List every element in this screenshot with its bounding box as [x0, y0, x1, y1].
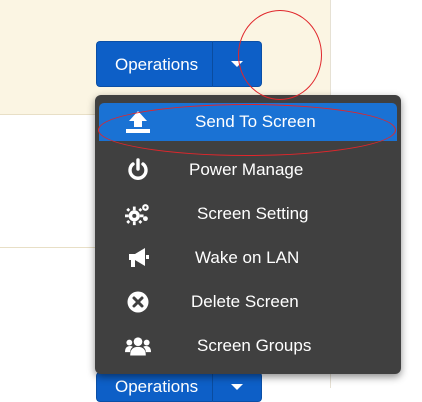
- menu-item-wake-on-lan[interactable]: Wake on LAN: [95, 238, 401, 278]
- menu-item-label: Screen Groups: [197, 336, 312, 355]
- users-icon: [125, 333, 151, 359]
- menu-item-label: Send To Screen: [195, 112, 316, 131]
- caret-down-icon: [231, 61, 244, 67]
- operations-dropdown-toggle[interactable]: [212, 41, 263, 87]
- gears-icon: [125, 201, 151, 227]
- power-icon: [125, 157, 151, 183]
- menu-item-label: Screen Setting: [197, 204, 309, 223]
- menu-item-label: Delete Screen: [191, 292, 299, 311]
- upload-icon: [125, 109, 151, 135]
- operations-dropdown-menu: Send To Screen Power Manage Screen Setti…: [95, 95, 401, 374]
- menu-item-delete-screen[interactable]: Delete Screen: [95, 282, 401, 322]
- menu-item-send-to-screen[interactable]: Send To Screen: [99, 103, 397, 141]
- menu-item-label: Wake on LAN: [195, 248, 300, 267]
- operations-split-button: Operations: [96, 41, 263, 87]
- caret-down-icon: [231, 384, 244, 390]
- operations-split-button-bottom: Operations: [96, 372, 263, 402]
- menu-item-power-manage[interactable]: Power Manage: [95, 150, 401, 190]
- menu-item-screen-setting[interactable]: Screen Setting: [95, 194, 401, 234]
- bullhorn-icon: [125, 245, 151, 271]
- operations-dropdown-toggle-bottom[interactable]: [212, 372, 263, 402]
- delete-circle-icon: [125, 289, 151, 315]
- operations-button-bottom[interactable]: Operations: [96, 372, 213, 402]
- operations-button[interactable]: Operations: [96, 41, 213, 87]
- menu-item-screen-groups[interactable]: Screen Groups: [95, 326, 401, 366]
- menu-item-label: Power Manage: [189, 160, 304, 179]
